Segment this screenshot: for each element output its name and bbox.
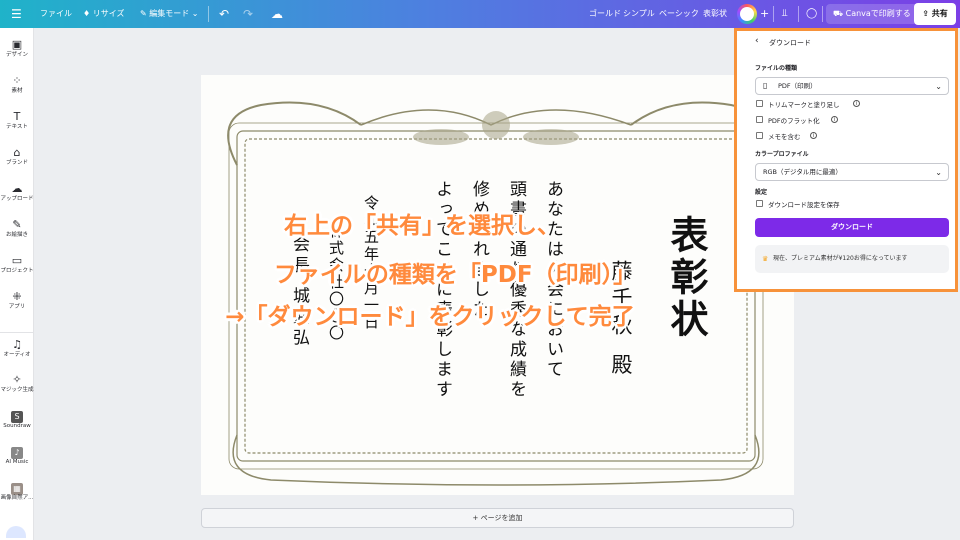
- sidebar-label: ブランド: [5, 160, 28, 166]
- premium-notice: ♛ 現在、プレミアム素材が¥120お得になっています: [755, 245, 949, 273]
- certificate-signer: 会長 城武弘: [289, 235, 309, 350]
- flatten-pdf-checkbox[interactable]: [756, 116, 763, 123]
- template-tab-simple[interactable]: シンプル: [623, 0, 655, 28]
- color-profile-label: カラープロファイル: [755, 151, 809, 158]
- truck-icon: ⛟: [833, 9, 846, 18]
- chevron-left-icon[interactable]: ‹: [755, 36, 759, 46]
- sidebar-item-brand[interactable]: ⌂ ブランド: [0, 146, 34, 167]
- sidebar-label: マジック生成: [0, 387, 34, 393]
- panel-title: ダウンロード: [769, 39, 811, 47]
- color-profile-value: RGB（デジタル用に最適）: [763, 168, 842, 176]
- sidebar-item-upload[interactable]: ☁ アップロード: [0, 182, 34, 203]
- info-icon[interactable]: i: [831, 116, 838, 123]
- upload-icon: ☁: [11, 182, 23, 195]
- sidebar-label: 画像自然ア...: [0, 495, 34, 501]
- sidebar-item-elements[interactable]: ⁘ 素材: [0, 74, 34, 95]
- instruction-line-3: →「ダウンロード」をクリックして完了: [225, 304, 635, 330]
- sidebar-item-ai-music[interactable]: ♪ AI Music: [0, 445, 34, 466]
- magic-media-icon: ✧: [12, 373, 22, 386]
- file-type-label: ファイルの種類: [755, 65, 798, 72]
- download-button[interactable]: ダウンロード: [755, 218, 949, 237]
- include-notes-checkbox[interactable]: [756, 132, 763, 139]
- premium-notice-text: 現在、プレミアム素材が¥120お得になっています: [773, 255, 908, 262]
- sidebar-label: AI Music: [5, 459, 29, 465]
- avatar[interactable]: [737, 4, 757, 24]
- undo-icon[interactable]: ↶: [219, 0, 229, 28]
- edit-mode-button[interactable]: ✎ 編集モード ⌄: [140, 0, 199, 28]
- sidebar-item-design[interactable]: ▣ デザイン: [0, 38, 34, 59]
- sidebar-item-magic-media[interactable]: ✧ マジック生成: [0, 373, 34, 394]
- text-icon: T: [13, 110, 21, 123]
- template-tab-certificate[interactable]: 表彰状: [703, 0, 727, 28]
- file-type-select[interactable]: ▯ PDF（印刷） ⌄: [755, 77, 949, 95]
- save-settings-checkbox[interactable]: [756, 200, 763, 207]
- info-icon[interactable]: i: [810, 132, 817, 139]
- resize-label: リサイズ: [92, 9, 125, 18]
- edit-mode-label: 編集モード: [149, 9, 190, 18]
- sidebar-item-soundraw[interactable]: S Soundraw: [0, 409, 34, 430]
- chevron-down-icon: ⌄: [935, 168, 942, 177]
- brand-icon: ⌂: [13, 146, 21, 159]
- sidebar-label: 素材: [11, 88, 23, 94]
- document-icon: ▯: [763, 81, 768, 90]
- design-icon: ▣: [11, 38, 23, 51]
- hamburger-icon[interactable]: ☰: [11, 0, 22, 28]
- download-panel: ‹ ダウンロード ファイルの種類 ▯ PDF（印刷） ⌄ トリムマークと塗り足し…: [734, 28, 958, 292]
- template-tab-basic[interactable]: ベーシック: [659, 0, 699, 28]
- audio-icon: ♫: [12, 338, 22, 351]
- template-tab-gold[interactable]: ゴールド: [589, 0, 621, 28]
- sidebar-item-app-image[interactable]: ▦ 画像自然ア...: [0, 481, 34, 502]
- sidebar-item-text[interactable]: T テキスト: [0, 110, 34, 131]
- crown-icon: ♛: [762, 255, 769, 263]
- comment-icon[interactable]: ◯: [806, 0, 817, 28]
- insights-icon[interactable]: ⫫: [782, 0, 788, 28]
- color-profile-select[interactable]: RGB（デジタル用に最適） ⌄: [755, 163, 949, 181]
- resize-button[interactable]: ♦ リサイズ: [83, 0, 124, 28]
- file-type-value: PDF（印刷）: [778, 82, 817, 90]
- info-icon[interactable]: i: [853, 100, 860, 107]
- trim-marks-checkbox[interactable]: [756, 100, 763, 107]
- share-label: 共有: [931, 9, 948, 18]
- settings-label: 設定: [755, 189, 768, 196]
- crown-icon: ♦: [83, 9, 93, 18]
- print-label: Canvaで印刷する: [845, 9, 911, 18]
- cloud-sync-icon[interactable]: ☁: [271, 0, 283, 28]
- file-menu[interactable]: ファイル: [40, 0, 72, 28]
- pencil-icon: ✎: [140, 9, 150, 18]
- flatten-pdf-label: PDFのフラット化: [768, 117, 820, 125]
- sidebar-label: デザイン: [5, 52, 28, 58]
- sidebar-label: Soundraw: [3, 423, 31, 429]
- save-settings-label: ダウンロード設定を保存: [768, 201, 840, 209]
- redo-icon[interactable]: ↷: [243, 0, 253, 28]
- sidebar-label: テキスト: [6, 124, 28, 130]
- print-with-canva-button[interactable]: ⛟ Canvaで印刷する: [826, 4, 918, 24]
- include-notes-label: メモを含む: [768, 133, 801, 141]
- chevron-down-icon: ⌄: [935, 82, 942, 91]
- elements-icon: ⁘: [12, 74, 22, 87]
- magic-assistant-icon[interactable]: [6, 526, 26, 538]
- sidebar-item-audio[interactable]: ♫ オーディオ: [0, 332, 34, 359]
- trim-marks-label: トリムマークと塗り足し: [768, 101, 840, 109]
- instruction-line-1: 右上の「共有」を選択し、: [284, 213, 560, 239]
- add-page-button[interactable]: + ページを追加: [201, 508, 794, 528]
- share-icon: ⇪: [922, 9, 932, 18]
- share-button[interactable]: ⇪ 共有: [914, 3, 956, 25]
- chevron-down-icon: ⌄: [189, 9, 199, 18]
- top-toolbar: ☰ ファイル ♦ リサイズ ✎ 編集モード ⌄ ↶ ↷ ☁ ゴールド シンプル …: [0, 0, 960, 28]
- sidebar-label: オーディオ: [3, 352, 31, 358]
- sidebar-label: アップロード: [0, 196, 34, 202]
- add-collaborator-icon[interactable]: +: [760, 0, 769, 28]
